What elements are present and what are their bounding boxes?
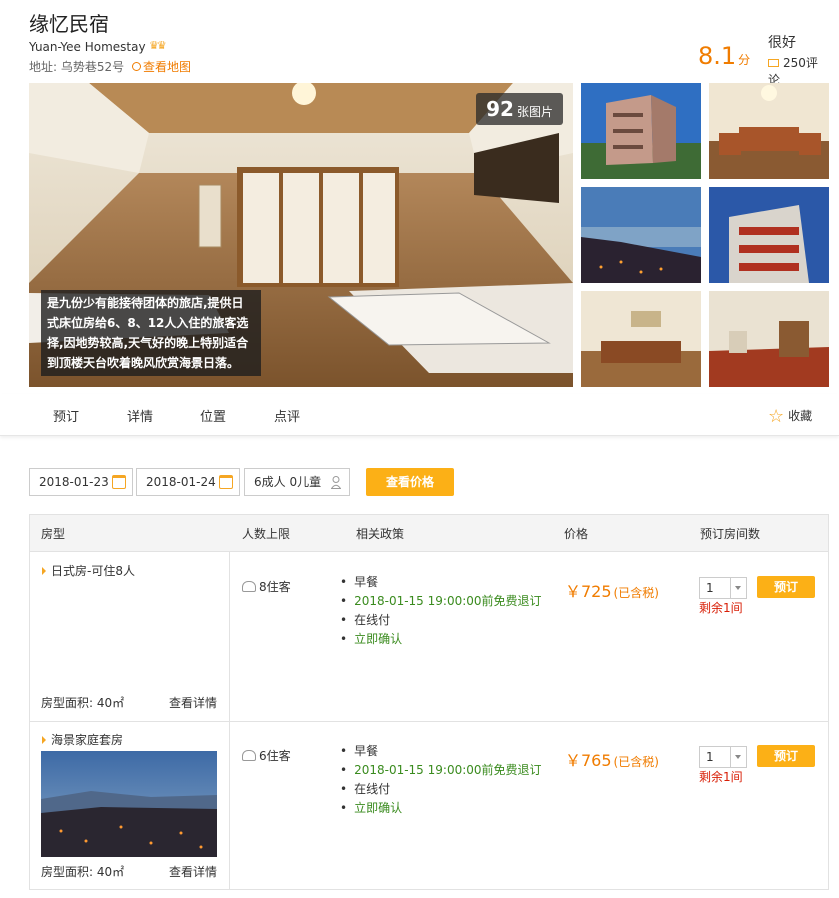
room-qty: 1 [706, 750, 714, 764]
rooms-remaining: 剩余1间 [699, 601, 743, 615]
tab-reviews[interactable]: 点评 [274, 406, 300, 425]
capacity-value: 8住客 [259, 580, 291, 594]
hotel-name: 缘忆民宿 [29, 12, 109, 36]
thumbnail-night-view[interactable] [581, 187, 701, 283]
rooms-remaining: 剩余1间 [699, 770, 743, 784]
room-price: ￥725 (已含税) [565, 578, 659, 602]
room-price: ￥765 (已含税) [565, 747, 659, 771]
hotel-description: 是九份少有能接待团体的旅店,提供日式床位房给6、8、12人入住的旅客选择,因地势… [41, 290, 261, 376]
room-area: 房型面积: 40㎡ [41, 696, 125, 710]
thumbnail-image [709, 291, 829, 387]
address-label: 地址: [29, 60, 58, 74]
checkin-date-input[interactable]: 2018-01-23 [29, 468, 133, 496]
thumbnail-image [581, 83, 701, 179]
thumbnail-living-room[interactable] [709, 83, 829, 179]
address-line: 地址: 乌势巷52号 查看地图 [29, 58, 191, 75]
score: 8.1 分 [698, 42, 750, 70]
thumbnail-image [709, 187, 829, 283]
policy-item: 早餐 [340, 573, 542, 592]
view-map-link[interactable]: 查看地图 [131, 60, 191, 74]
main-photo[interactable]: 92 张图片 是九份少有能接待团体的旅店,提供日式床位房给6、8、12人入住的旅客… [29, 83, 573, 387]
view-map-label: 查看地图 [142, 60, 191, 74]
capacity: 8住客 [242, 578, 291, 595]
header-room-type: 房型 [41, 527, 66, 541]
score-unit: 分 [738, 53, 751, 67]
policy-list: 早餐 2018-01-15 19:00:00前免费退订 在线付 立即确认 [340, 573, 542, 649]
star-icon: ☆ [768, 406, 785, 427]
view-details-link[interactable]: 查看详情 [169, 694, 217, 711]
score-value: 8.1 [698, 42, 737, 70]
photo-gallery: 92 张图片 是九份少有能接待团体的旅店,提供日式床位房给6、8、12人入住的旅客… [29, 83, 829, 387]
divider [30, 721, 828, 722]
policy-item: 在线付 [340, 780, 542, 799]
favorite-button[interactable]: ☆ 收藏 [768, 404, 813, 427]
calendar-icon [219, 475, 233, 489]
room-qty-select[interactable]: 1 [699, 746, 747, 768]
checkout-date-input[interactable]: 2018-01-24 [136, 468, 240, 496]
thumbnail-image [581, 291, 701, 387]
favorite-label: 收藏 [788, 409, 813, 423]
photo-count-label: 张图片 [516, 105, 553, 119]
policy-item: 立即确认 [340, 799, 542, 818]
rating-text: 很好 [768, 35, 796, 51]
thumbnail-lounge[interactable] [581, 291, 701, 387]
tab-booking[interactable]: 预订 [53, 406, 79, 425]
policy-item: 早餐 [340, 742, 542, 761]
calendar-icon [112, 475, 126, 489]
thumbnail-building[interactable] [581, 83, 701, 179]
header-rooms: 预订房间数 [700, 527, 761, 541]
policy-list: 早餐 2018-01-15 19:00:00前免费退订 在线付 立即确认 [340, 742, 542, 818]
chevron-down-icon [730, 747, 746, 767]
book-button[interactable]: 预订 [757, 745, 815, 767]
policy-item: 立即确认 [340, 630, 542, 649]
thumbnail-image [581, 187, 701, 283]
policy-item: 在线付 [340, 611, 542, 630]
header-capacity: 人数上限 [242, 527, 291, 541]
nav-tabs: 预订 详情 位置 点评 ☆ 收藏 [0, 394, 839, 436]
table-header: 房型 人数上限 相关政策 价格 预订房间数 [30, 515, 828, 552]
tab-details[interactable]: 详情 [127, 406, 153, 425]
header-price: 价格 [564, 527, 589, 541]
checkin-date: 2018-01-23 [39, 475, 109, 489]
book-button[interactable]: 预订 [757, 576, 815, 598]
room-qty: 1 [706, 581, 714, 595]
envelope-icon [768, 59, 779, 67]
address-text: 乌势巷52号 [60, 60, 125, 74]
header-policy: 相关政策 [356, 527, 405, 541]
policy-item: 2018-01-15 19:00:00前免费退订 [340, 761, 541, 780]
policy-item: 2018-01-15 19:00:00前免费退订 [340, 592, 541, 611]
room-qty-select[interactable]: 1 [699, 577, 747, 599]
check-price-button[interactable]: 查看价格 [366, 468, 454, 496]
guests-icon [242, 750, 256, 761]
room-name[interactable]: 日式房-可住8人 [42, 562, 135, 579]
price-note: (已含税) [613, 755, 659, 769]
hotel-header: 缘忆民宿 Yuan-Yee Homestay ♛♛ 地址: 乌势巷52号 查看地… [29, 6, 829, 87]
crown-rating-icon: ♛♛ [149, 39, 167, 52]
room-photo[interactable] [41, 751, 217, 857]
seaview-image [41, 751, 217, 857]
map-pin-icon [131, 62, 141, 71]
photo-count-badge[interactable]: 92 张图片 [476, 93, 563, 125]
room-name[interactable]: 海景家庭套房 [42, 731, 123, 748]
thumbnail-image [709, 83, 829, 179]
thumbnail-exterior[interactable] [709, 187, 829, 283]
room-area: 房型面积: 40㎡ [41, 865, 125, 879]
room-table: 房型 人数上限 相关政策 价格 预订房间数 日式房-可住8人 房型面积: 40㎡… [29, 514, 829, 890]
checkout-date: 2018-01-24 [146, 475, 216, 489]
hotel-english-name: Yuan-Yee Homestay [29, 40, 146, 54]
tab-location[interactable]: 位置 [200, 406, 226, 425]
price-note: (已含税) [613, 586, 659, 600]
person-icon [331, 476, 341, 489]
price-value: ￥725 [565, 582, 612, 601]
thumbnail-kitchen[interactable] [709, 291, 829, 387]
chevron-down-icon [730, 578, 746, 598]
photo-count: 92 [486, 97, 514, 121]
guests-value: 6成人 0儿童 [254, 475, 322, 489]
price-value: ￥765 [565, 751, 612, 770]
view-details-link[interactable]: 查看详情 [169, 863, 217, 880]
guests-input[interactable]: 6成人 0儿童 [244, 468, 350, 496]
capacity-value: 6住客 [259, 749, 291, 763]
guests-icon [242, 581, 256, 592]
capacity: 6住客 [242, 747, 291, 764]
